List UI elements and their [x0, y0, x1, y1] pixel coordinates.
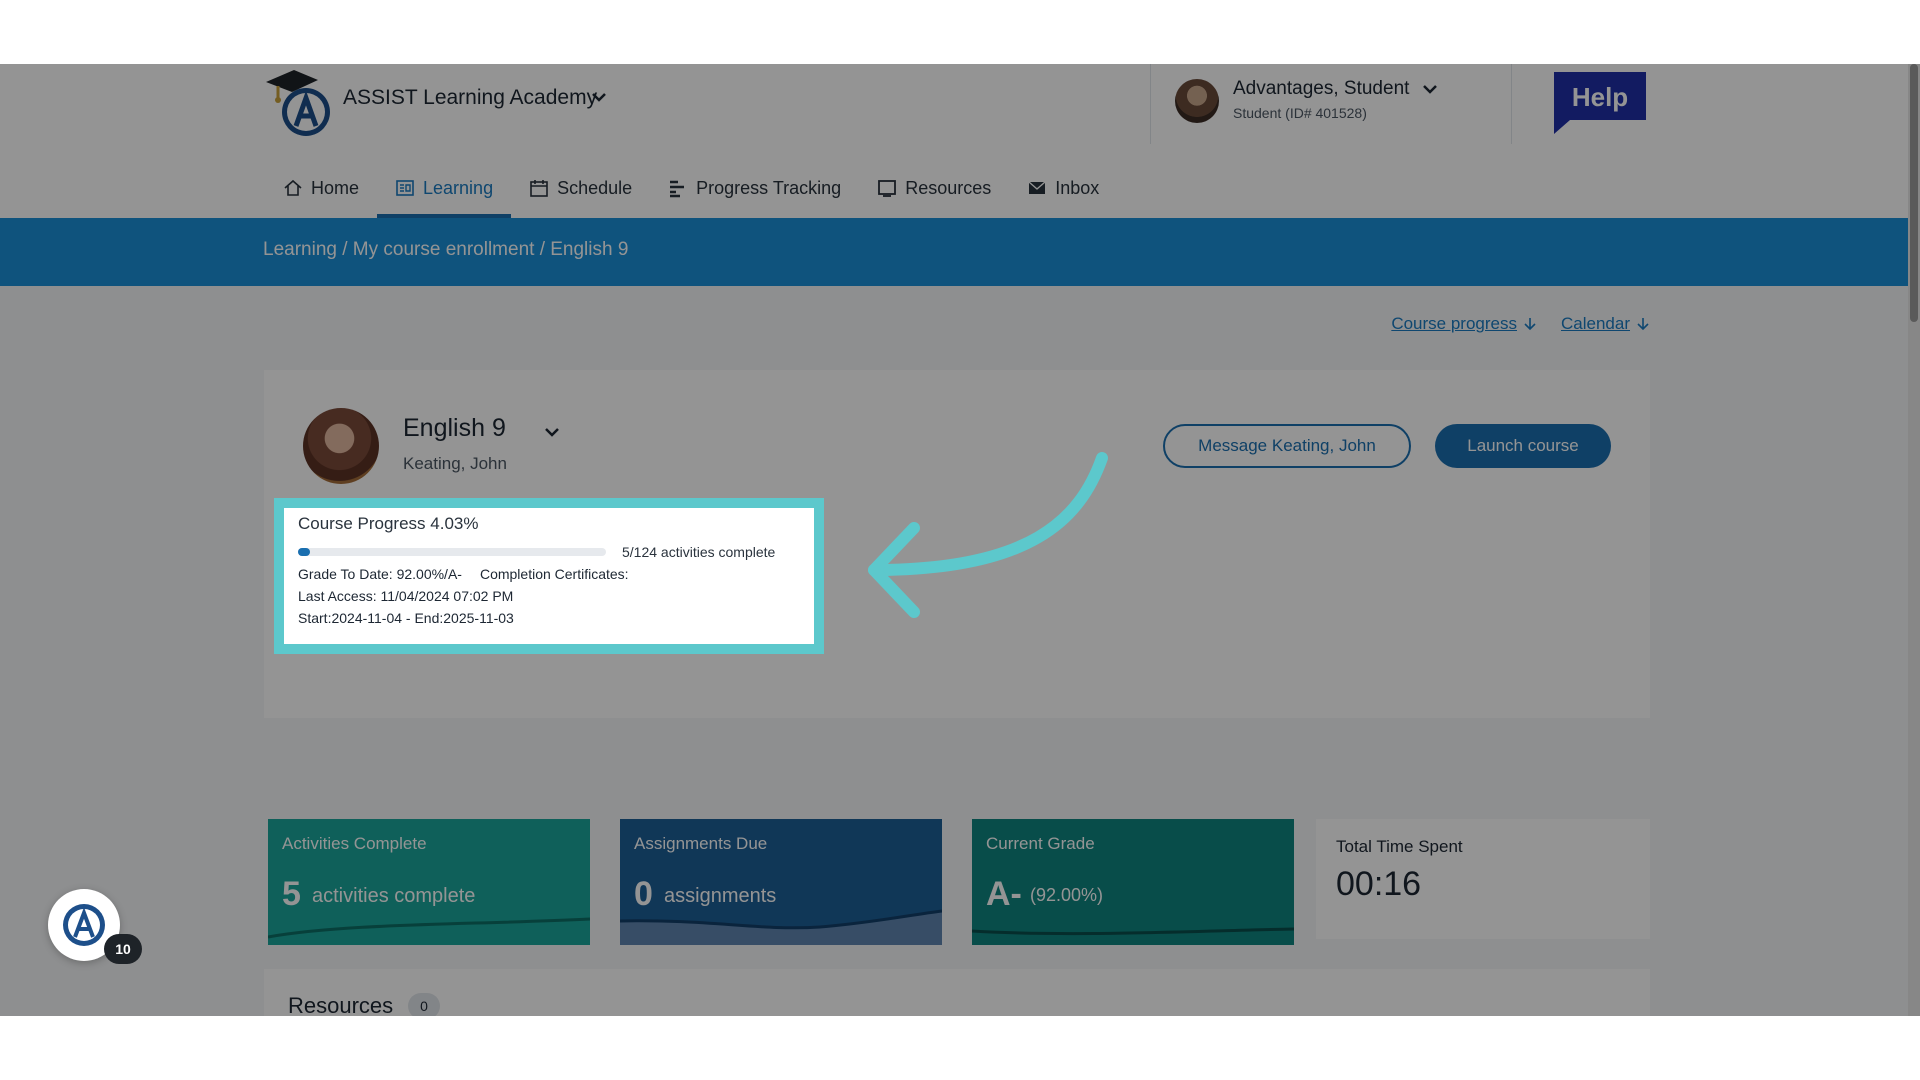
last-access: Last Access: 11/04/2024 07:02 PM [298, 588, 514, 604]
course-dates: Start:2024-11-04 - End:2025-11-03 [298, 610, 514, 626]
progress-row: 5/124 activities complete [298, 544, 800, 560]
progress-count: 5/124 activities complete [622, 544, 776, 560]
progress-title: Course Progress 4.03% [298, 514, 479, 533]
grade-line: Grade To Date: 92.00%/A- Completion Certi… [298, 566, 800, 582]
fab-notification-badge: 10 [104, 934, 142, 964]
completion-certificates: Completion Certificates: [479, 566, 629, 582]
grade-to-date: Grade To Date: 92.00%/A- [298, 566, 462, 582]
progress-bar-fill [298, 548, 311, 556]
pointer-arrow-icon [868, 452, 1108, 618]
academy-logo-icon [63, 904, 105, 946]
progress-bar [298, 548, 606, 556]
course-progress-panel: Course Progress 4.03% 5/124 activities c… [274, 498, 824, 654]
